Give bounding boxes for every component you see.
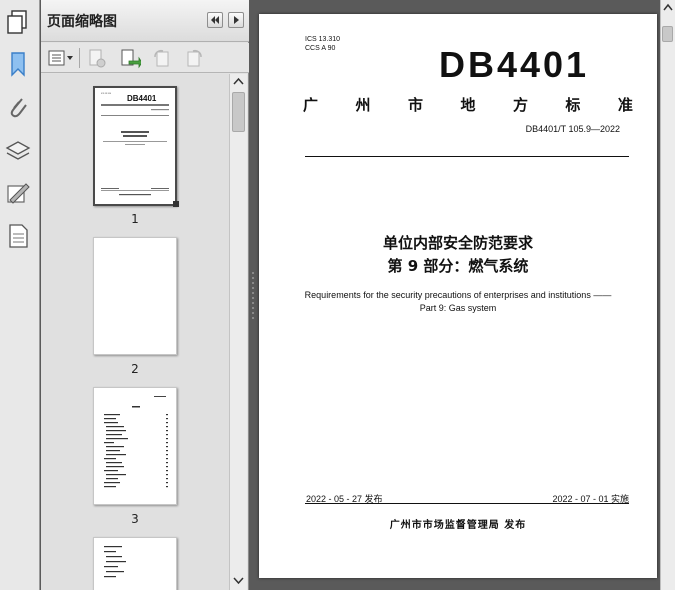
rotate-right-button[interactable]: [183, 47, 205, 69]
page-thumbnail-3[interactable]: [93, 387, 177, 505]
standard-char: 市: [407, 96, 423, 114]
thumbnail-scrollbar[interactable]: [229, 74, 247, 590]
scroll-down-button[interactable]: [230, 572, 247, 588]
document-scrollbar[interactable]: [660, 0, 675, 590]
svg-text:ICS 13.310: ICS 13.310: [101, 93, 112, 95]
thumbnail-toolbar: [41, 43, 249, 73]
options-list-icon: [48, 50, 73, 66]
thumbnail-resize-handle[interactable]: [173, 201, 179, 207]
panel-title: 页面缩略图: [47, 14, 117, 30]
svg-text:DB4401: DB4401: [127, 94, 157, 103]
page-4-preview: [104, 546, 126, 578]
chevron-up-icon: [233, 77, 244, 85]
document-icon[interactable]: [4, 222, 32, 250]
bookmark-icon[interactable]: [4, 50, 32, 78]
delete-pages-button[interactable]: [86, 47, 108, 69]
double-chevron-left-icon: [211, 16, 219, 24]
page-thumbnail-1[interactable]: ICS 13.310 DB4401: [93, 86, 177, 206]
options-menu-button[interactable]: [47, 47, 75, 69]
rotate-clockwise-icon: [187, 49, 202, 67]
title-cn-line-1: 单位内部安全防范要求: [382, 234, 533, 252]
footer-divider: [305, 503, 629, 504]
chevron-right-icon: [234, 16, 239, 24]
scrollbar-thumb[interactable]: [662, 26, 673, 42]
splitter-grip-icon: [252, 272, 254, 319]
page-thumbnails-panel: 页面缩略图 ICS 13.310 DB4401 1 2 3: [41, 0, 249, 590]
page-label-1: 1: [131, 212, 139, 226]
standard-char: 方: [512, 96, 528, 114]
standard-char: 准: [617, 96, 633, 114]
page-3-preview: [104, 396, 168, 488]
panel-splitter[interactable]: [250, 0, 256, 590]
standard-char: 州: [355, 96, 371, 114]
ccs-code: CCS A 90: [305, 45, 336, 52]
navigation-icon-strip: [0, 0, 40, 590]
standard-type-heading: 广 州 市 地 方 标 准: [303, 94, 633, 115]
expand-panel-button[interactable]: [228, 12, 244, 28]
chevron-down-icon: [233, 577, 244, 585]
standard-char: 地: [460, 96, 476, 114]
ics-code: ICS 13.310: [305, 36, 341, 43]
standard-char: 标: [565, 96, 581, 114]
standard-number: DB4401/T 105.9—2022: [525, 124, 620, 134]
page-label-3: 3: [131, 512, 139, 526]
layers-icon[interactable]: [4, 137, 32, 165]
attachment-icon[interactable]: [4, 93, 32, 121]
document-page: ICS 13.310 CCS A 90 DB4401 广 州 市 地 方 标 准…: [259, 14, 657, 578]
chevron-up-icon: [663, 3, 673, 11]
delete-page-icon: [89, 49, 106, 68]
rotate-counterclockwise-icon: [154, 49, 169, 67]
standard-char: 广: [303, 96, 319, 114]
title-en-line-1: Requirements for the security precaution…: [304, 290, 612, 300]
page-thumbnail-4[interactable]: [93, 537, 177, 590]
scrollbar-thumb[interactable]: [232, 92, 245, 132]
signatures-icon[interactable]: [4, 180, 32, 208]
collapse-panel-button[interactable]: [207, 12, 223, 28]
scroll-up-button[interactable]: [661, 0, 675, 16]
insert-pages-button[interactable]: [119, 47, 143, 69]
standard-code: DB4401: [439, 44, 590, 85]
rotate-left-button[interactable]: [151, 47, 173, 69]
page-1-preview: ICS 13.310 DB4401: [101, 93, 169, 196]
panel-header: 页面缩略图: [41, 0, 249, 42]
title-en-line-2: Part 9: Gas system: [419, 303, 497, 313]
header-divider: [305, 156, 629, 157]
thumbnail-list[interactable]: ICS 13.310 DB4401 1 2 3: [41, 74, 229, 590]
page-thumbnail-2[interactable]: [93, 237, 177, 355]
page-label-2: 2: [131, 362, 139, 376]
scroll-up-button[interactable]: [230, 74, 247, 90]
toolbar-separator: [79, 48, 80, 68]
insert-page-icon: [121, 49, 143, 69]
page-thumbnails-icon[interactable]: [4, 8, 32, 36]
publisher: 广州市市场监督管理局 发布: [389, 520, 527, 531]
title-cn-line-2: 第 9 部分：燃气系统: [387, 257, 529, 275]
